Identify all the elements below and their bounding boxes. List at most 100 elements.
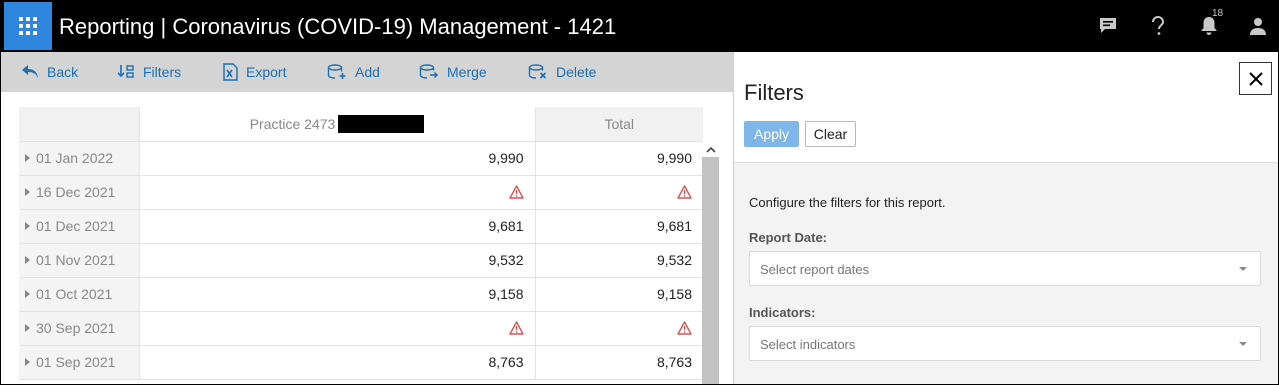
- warning-icon[interactable]: [508, 184, 524, 202]
- help-icon[interactable]: [1147, 15, 1169, 37]
- expand-caret-icon[interactable]: [25, 358, 30, 366]
- database-merge-icon: [419, 64, 439, 79]
- total-value-cell: 9,990: [535, 141, 703, 176]
- add-button-label: Add: [355, 64, 380, 80]
- report-date-select[interactable]: Select report dates: [749, 251, 1261, 286]
- table-row[interactable]: 01 Nov 2021 9,532 9,532: [19, 243, 703, 278]
- delete-button[interactable]: Delete: [528, 63, 596, 81]
- chat-icon[interactable]: [1097, 15, 1119, 37]
- row-date-label: 01 Nov 2021: [36, 252, 116, 268]
- report-grid-area: Practice 2473 Total 01 Jan 2022 9,990 9,99…: [1, 92, 733, 384]
- close-button[interactable]: [1239, 62, 1272, 95]
- warning-icon[interactable]: [508, 320, 524, 338]
- row-date-label: 01 Oct 2021: [36, 286, 113, 302]
- total-value-cell: 9,532: [535, 243, 703, 278]
- practice-value: 9,681: [488, 218, 524, 234]
- add-button[interactable]: Add: [327, 63, 380, 81]
- table-row[interactable]: 16 Dec 2021: [19, 175, 703, 210]
- total-value: 8,763: [656, 354, 692, 370]
- total-value-cell: 9,158: [535, 277, 703, 312]
- grid-header-row: Practice 2473 Total: [19, 107, 703, 142]
- chevron-down-icon: [1239, 267, 1247, 271]
- total-column-header[interactable]: Total: [535, 107, 703, 142]
- practice-value-cell: [139, 175, 536, 210]
- report-pane: Back Filters Export Add Merge Delete Pra…: [1, 52, 733, 384]
- row-date-cell[interactable]: 01 Nov 2021: [19, 243, 140, 278]
- filter-panel-title: Filters: [744, 80, 804, 105]
- total-value-cell: 8,763: [535, 345, 703, 380]
- date-column-header: [19, 107, 140, 142]
- toolbar: Back Filters Export Add Merge Delete: [1, 52, 733, 92]
- practice-column-label: Practice 2473: [249, 115, 336, 132]
- total-value-cell: 9,681: [535, 209, 703, 244]
- table-row[interactable]: 01 Sep 2021 8,763 8,763: [19, 345, 703, 380]
- expand-caret-icon[interactable]: [25, 256, 30, 264]
- export-button[interactable]: Export: [222, 63, 286, 81]
- expand-caret-icon[interactable]: [25, 188, 30, 196]
- scroll-up-button[interactable]: [702, 141, 719, 157]
- row-date-cell[interactable]: 01 Sep 2021: [19, 345, 140, 380]
- excel-icon: [223, 63, 238, 81]
- database-add-icon: [327, 64, 346, 79]
- practice-column-header[interactable]: Practice 2473: [139, 107, 536, 142]
- table-row[interactable]: 30 Sep 2021: [19, 311, 703, 346]
- report-grid: Practice 2473 Total 01 Jan 2022 9,990 9,99…: [19, 107, 703, 380]
- apply-button[interactable]: Apply: [744, 121, 799, 147]
- row-date-cell[interactable]: 01 Jan 2022: [19, 141, 140, 176]
- grid-icon: [19, 17, 37, 35]
- practice-value-cell: 8,763: [139, 345, 536, 380]
- delete-button-label: Delete: [556, 64, 597, 80]
- merge-button-label: Merge: [447, 64, 487, 80]
- total-value-cell: [535, 175, 703, 210]
- indicators-select[interactable]: Select indicators: [749, 326, 1261, 361]
- row-date-label: 30 Sep 2021: [36, 320, 116, 336]
- row-date-cell[interactable]: 01 Dec 2021: [19, 209, 140, 244]
- chevron-down-icon: [1239, 342, 1247, 346]
- row-date-label: 01 Sep 2021: [36, 354, 116, 370]
- row-date-cell[interactable]: 30 Sep 2021: [19, 311, 140, 346]
- filters-button-label: Filters: [143, 64, 182, 80]
- scroll-thumb[interactable]: [702, 157, 719, 384]
- redacted-block: [338, 114, 425, 133]
- sort-filter-icon: [117, 65, 134, 78]
- expand-caret-icon[interactable]: [25, 154, 30, 162]
- total-value: 9,532: [656, 252, 692, 268]
- back-button[interactable]: Back: [21, 63, 78, 81]
- app-launcher-button[interactable]: [4, 2, 52, 50]
- clear-button[interactable]: Clear: [805, 121, 856, 147]
- table-row[interactable]: 01 Oct 2021 9,158 9,158: [19, 277, 703, 312]
- report-date-placeholder: Select report dates: [760, 262, 870, 277]
- vertical-scrollbar[interactable]: [702, 141, 719, 384]
- database-delete-icon: [528, 64, 547, 79]
- row-date-label: 01 Dec 2021: [36, 218, 116, 234]
- row-date-cell[interactable]: 16 Dec 2021: [19, 175, 140, 210]
- practice-value: 8,763: [488, 354, 524, 370]
- table-row[interactable]: 01 Dec 2021 9,681 9,681: [19, 209, 703, 244]
- user-avatar-icon[interactable]: [1247, 15, 1269, 37]
- expand-caret-icon[interactable]: [25, 222, 30, 230]
- total-value: 9,158: [656, 286, 692, 302]
- notification-count-badge: 18: [1212, 8, 1224, 19]
- page-title: Reporting | Coronavirus (COVID-19) Manag…: [59, 14, 617, 39]
- practice-value-cell: 9,681: [139, 209, 536, 244]
- row-date-label: 16 Dec 2021: [36, 184, 116, 200]
- table-row[interactable]: 01 Jan 2022 9,990 9,990: [19, 141, 703, 176]
- warning-icon[interactable]: [677, 320, 692, 338]
- warning-icon[interactable]: [677, 184, 692, 202]
- export-button-label: Export: [246, 64, 287, 80]
- expand-caret-icon[interactable]: [25, 290, 30, 298]
- report-date-label: Report Date:: [749, 230, 828, 245]
- app-window: Reporting | Coronavirus (COVID-19) Manag…: [0, 0, 1279, 385]
- close-icon: [1248, 71, 1263, 86]
- filters-button[interactable]: Filters: [117, 63, 181, 81]
- filter-panel: Filters Apply Clear Configure the filter…: [733, 52, 1278, 384]
- merge-button[interactable]: Merge: [419, 63, 487, 81]
- practice-value: 9,990: [488, 150, 524, 166]
- expand-caret-icon[interactable]: [25, 324, 30, 332]
- filter-panel-header: Filters Apply Clear: [734, 52, 1278, 163]
- row-date-label: 01 Jan 2022: [36, 150, 114, 166]
- row-date-cell[interactable]: 01 Oct 2021: [19, 277, 140, 312]
- total-value: 9,681: [656, 218, 692, 234]
- total-value-cell: [535, 311, 703, 346]
- practice-value-cell: [139, 311, 536, 346]
